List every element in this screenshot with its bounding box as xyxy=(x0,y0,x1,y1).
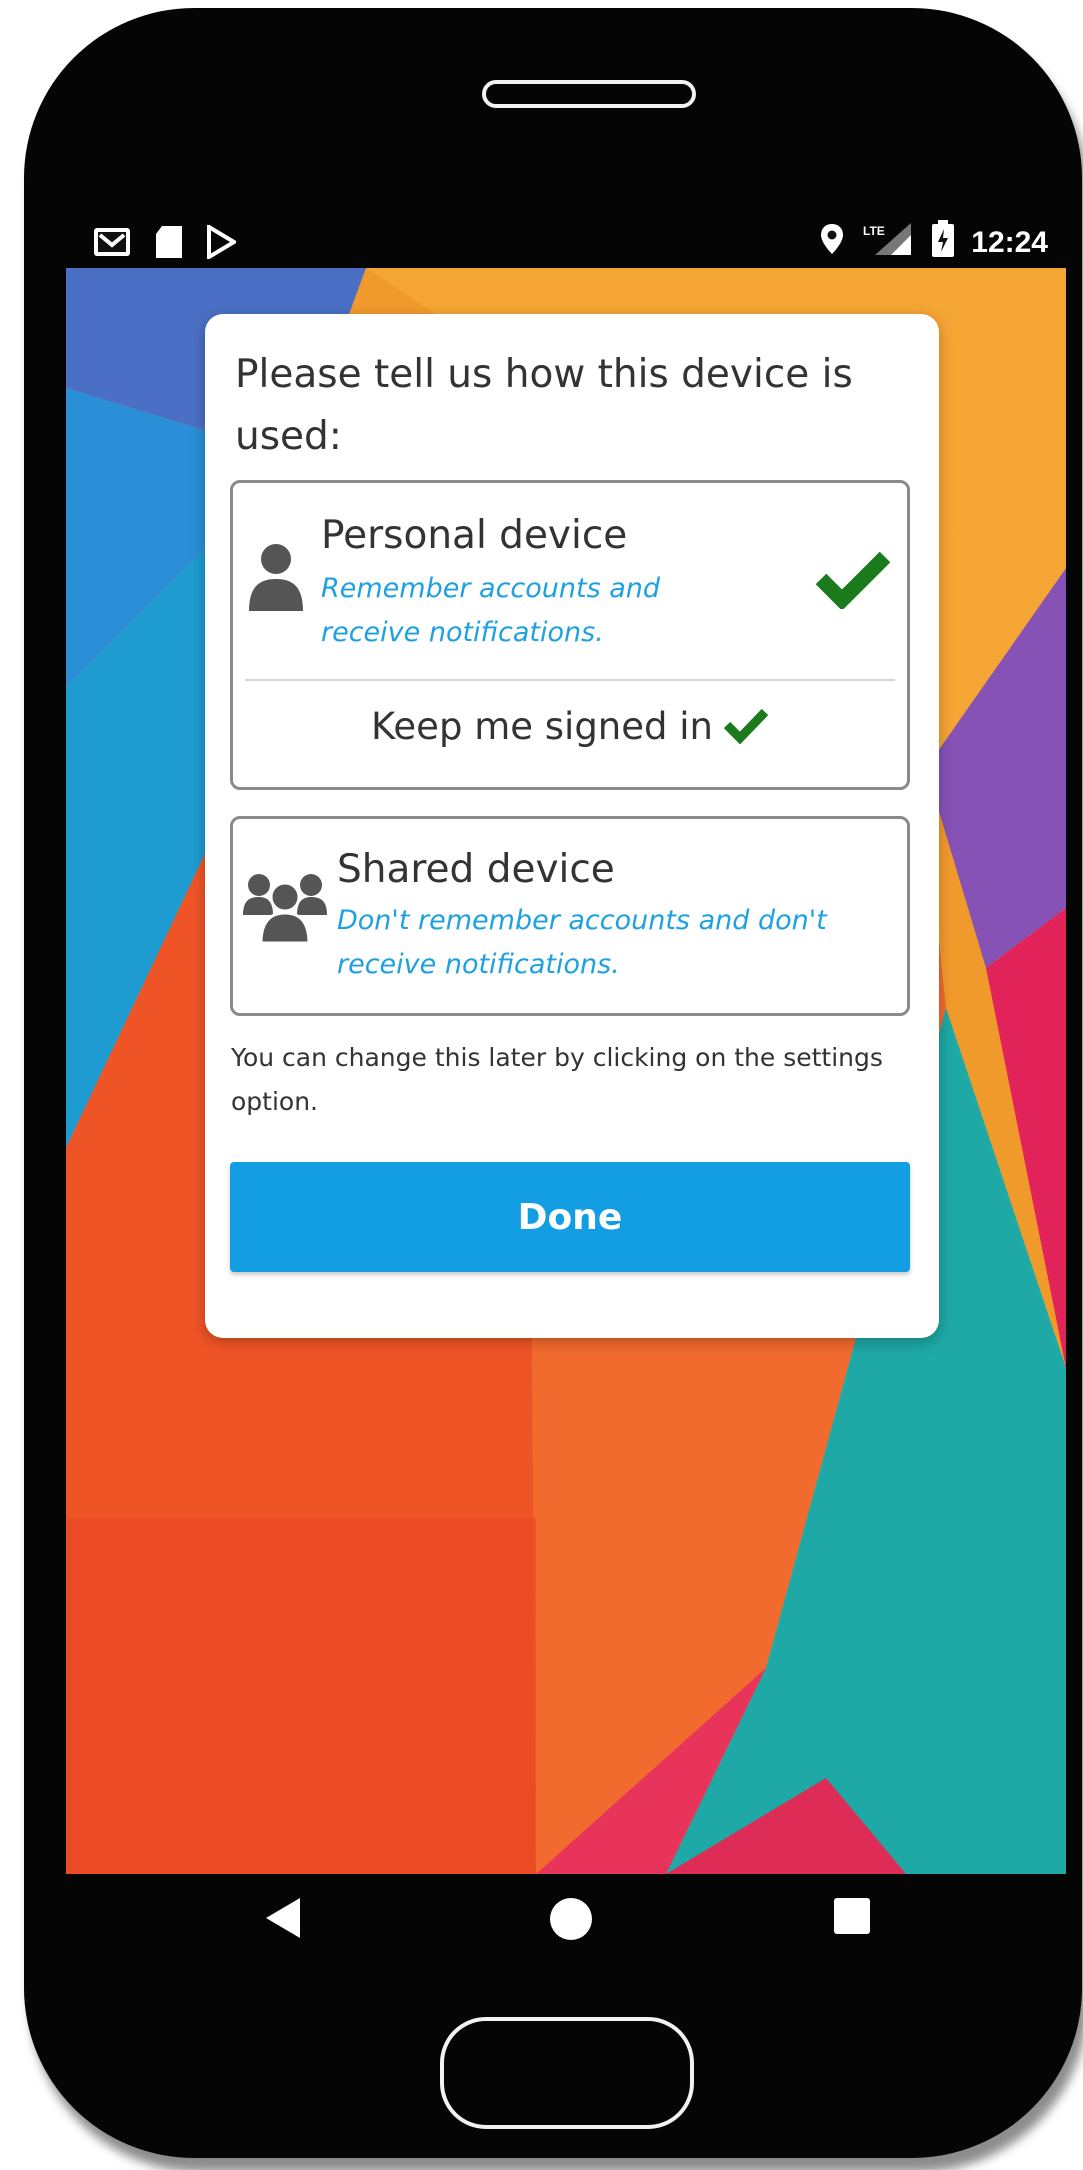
settings-hint: You can change this later by clicking on… xyxy=(231,1043,883,1116)
back-icon[interactable] xyxy=(264,1896,304,1944)
dialog-title: Please tell us how this device is used: xyxy=(235,352,853,459)
status-bar: LTE 12:24 xyxy=(66,216,1056,272)
status-time: 12:24 xyxy=(971,226,1048,259)
shared-device-title: Shared device xyxy=(337,847,615,892)
play-store-icon xyxy=(206,223,238,263)
hardware-home-button[interactable] xyxy=(440,2017,694,2129)
done-button[interactable]: Done xyxy=(230,1162,910,1272)
personal-selected-check-icon xyxy=(815,549,891,613)
device-usage-dialog: Please tell us how this device is used: … xyxy=(205,314,939,1338)
keep-signed-in-toggle[interactable]: Keep me signed in xyxy=(233,705,907,748)
notification-icons xyxy=(92,223,238,264)
personal-device-description: Remember accounts and receive notificati… xyxy=(321,573,661,648)
shared-device-option[interactable]: Shared device Don't remember accounts an… xyxy=(230,816,910,1016)
navigation-bar xyxy=(66,1874,1066,1990)
battery-icon xyxy=(931,220,955,266)
phone-mockup: LTE 12:24 Please tell us how this device… xyxy=(0,0,1083,2170)
users-group-icon xyxy=(243,869,327,947)
option-divider xyxy=(245,679,895,681)
speaker-grille xyxy=(482,80,696,108)
personal-device-option[interactable]: Personal device Remember accounts and re… xyxy=(230,480,910,790)
gmail-icon xyxy=(92,225,132,263)
keep-signed-in-label: Keep me signed in xyxy=(371,705,713,748)
personal-device-title: Personal device xyxy=(321,513,628,558)
sd-card-icon xyxy=(154,224,184,264)
keep-signed-in-check-icon xyxy=(723,706,769,748)
home-icon[interactable] xyxy=(548,1896,594,1946)
system-icons: LTE 12:24 xyxy=(819,220,1048,266)
lte-signal-icon: LTE xyxy=(861,221,915,265)
user-icon xyxy=(247,543,305,617)
shared-device-description: Don't remember accounts and don't receiv… xyxy=(337,905,827,980)
location-icon xyxy=(819,222,845,264)
recents-icon[interactable] xyxy=(832,1896,872,1940)
lte-label: LTE xyxy=(863,224,885,238)
